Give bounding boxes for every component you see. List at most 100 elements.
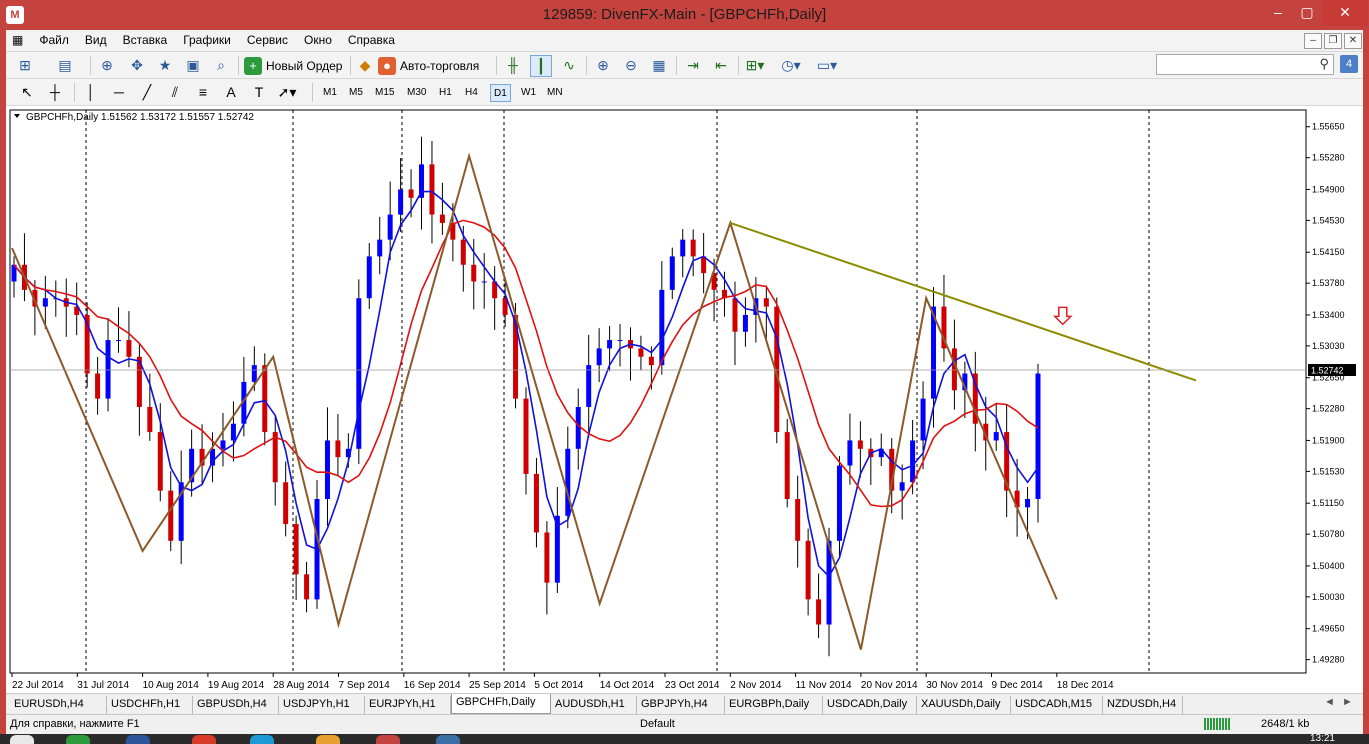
metaeditor-icon[interactable]: ◆	[354, 55, 376, 77]
mdi-minimize-icon[interactable]: –	[1304, 33, 1322, 49]
indicators-icon[interactable]: ⊞▾	[744, 55, 766, 77]
menu-help[interactable]: Справка	[340, 30, 403, 52]
zoom-out-icon[interactable]: ⊖	[620, 55, 642, 77]
tf-mn[interactable]: MN	[544, 84, 566, 102]
auto-trading-button[interactable]: ● Авто-торговля	[376, 55, 479, 77]
candlestick-icon[interactable]: ┃	[530, 55, 552, 77]
menu-charts[interactable]: Графики	[175, 30, 239, 52]
candle-body	[429, 164, 435, 215]
tab-scroll-left-icon[interactable]: ◄	[1324, 696, 1335, 708]
tab-gbpjpyh-h4[interactable]: GBPJPYh,H4	[637, 696, 725, 714]
tf-m1[interactable]: M1	[320, 84, 340, 102]
taskbar-app-3-icon[interactable]	[316, 735, 340, 744]
tab-usdcadh-daily[interactable]: USDCADh,Daily	[823, 696, 917, 714]
tab-scroll-right-icon[interactable]: ►	[1342, 696, 1353, 708]
taskbar-app-2-icon[interactable]	[126, 735, 150, 744]
taskbar-skype-icon[interactable]	[250, 735, 274, 744]
new-chart-icon[interactable]: ⊞	[14, 55, 36, 77]
chart-shift-icon[interactable]: ⇤	[710, 55, 732, 77]
price-label: 1.50780	[1312, 529, 1345, 539]
maximize-button[interactable]: ▢	[1292, 0, 1322, 26]
tab-usdjpyh-h1[interactable]: USDJPYh,H1	[279, 696, 365, 714]
cursor-icon[interactable]: ↖	[16, 82, 38, 104]
date-label: 30 Nov 2014	[926, 680, 983, 691]
close-button[interactable]: ✕	[1322, 0, 1368, 26]
tf-d1[interactable]: D1	[490, 84, 511, 102]
vertical-line-icon[interactable]: │	[80, 82, 102, 104]
connection-bars-icon	[1204, 718, 1230, 730]
menu-window[interactable]: Окно	[296, 30, 340, 52]
search-input[interactable]: ⚲	[1156, 54, 1334, 75]
tab-usdchfh-h1[interactable]: USDCHFh,H1	[107, 696, 193, 714]
trendline-icon[interactable]: ╱	[136, 82, 158, 104]
notifications-badge[interactable]: 4	[1340, 55, 1358, 73]
horizontal-line-icon[interactable]: ─	[108, 82, 130, 104]
price-label: 1.54150	[1312, 247, 1345, 257]
price-label: 1.55280	[1312, 153, 1345, 163]
menu-file[interactable]: Файл	[31, 30, 77, 52]
taskbar-terminal-icon[interactable]	[376, 735, 400, 744]
new-order-button[interactable]: + Новый Ордер	[242, 55, 342, 77]
candle-body	[732, 298, 738, 332]
minimize-button[interactable]: –	[1263, 0, 1293, 26]
zoom-in-icon[interactable]: ⊕	[592, 55, 614, 77]
tile-windows-icon[interactable]: ▦	[648, 55, 670, 77]
tf-w1[interactable]: W1	[518, 84, 539, 102]
arrows-icon[interactable]: ➚▾	[276, 82, 298, 104]
fibonacci-icon[interactable]: ≡	[192, 82, 214, 104]
price-label: 1.51150	[1312, 498, 1344, 508]
text-icon[interactable]: A	[220, 82, 242, 104]
tf-h1[interactable]: H1	[436, 84, 455, 102]
plus-icon: +	[244, 57, 262, 75]
chart-window[interactable]: 22 Jul 2014 31 Jul 2014 10 Aug 2014 19 Aug …	[6, 106, 1363, 693]
tab-nzdusdh-h4[interactable]: NZDUSDh,H4	[1103, 696, 1183, 714]
menu-view[interactable]: Вид	[77, 30, 115, 52]
data-window-icon[interactable]: ★	[154, 55, 176, 77]
periods-icon[interactable]: ◷▾	[780, 55, 802, 77]
price-label: 1.49280	[1312, 655, 1345, 665]
tab-audusdh-h1[interactable]: AUDUSDh,H1	[551, 696, 637, 714]
tf-m30[interactable]: M30	[404, 84, 429, 102]
candle-body	[544, 532, 550, 583]
mdi-restore-icon[interactable]: ❐	[1324, 33, 1342, 49]
tab-xauusdh-daily[interactable]: XAUUSDh,Daily	[917, 696, 1011, 714]
taskbar-app-4-icon[interactable]	[436, 735, 460, 744]
strategy-tester-icon[interactable]: ⌕	[210, 55, 232, 77]
auto-scroll-icon[interactable]: ⇥	[682, 55, 704, 77]
new-order-label: Новый Ордер	[266, 59, 343, 73]
candle-body	[795, 498, 801, 541]
navigator-icon[interactable]: ✥	[126, 55, 148, 77]
mdi-close-icon[interactable]: ✕	[1344, 33, 1362, 49]
line-chart-icon[interactable]: ∿	[558, 55, 580, 77]
menu-tools[interactable]: Сервис	[239, 30, 296, 52]
tab-gbpusdh-h4[interactable]: GBPUSDh,H4	[193, 696, 279, 714]
templates-icon[interactable]: ▭▾	[816, 55, 838, 77]
crosshair-icon[interactable]: ┼	[44, 82, 66, 104]
tab-usdcadh-m15[interactable]: USDCADh,M15	[1011, 696, 1103, 714]
profiles-icon[interactable]: ▤	[54, 55, 76, 77]
start-icon[interactable]	[10, 735, 34, 744]
terminal-icon[interactable]: ▣	[182, 55, 204, 77]
price-chart[interactable]: 22 Jul 2014 31 Jul 2014 10 Aug 2014 19 Aug …	[6, 106, 1363, 693]
tab-gbpchfh-daily[interactable]: GBPCHFh,Daily	[451, 694, 551, 714]
taskbar-browser-icon[interactable]	[192, 735, 216, 744]
candle-body	[105, 340, 111, 399]
auto-trading-icon: ●	[378, 57, 396, 75]
auto-trading-label: Авто-торговля	[400, 59, 480, 73]
equidistant-channel-icon[interactable]: ⫽	[164, 82, 186, 104]
tab-eurusdh-h4[interactable]: EURUSDh,H4	[10, 696, 107, 714]
bar-chart-icon[interactable]: ╫	[502, 55, 524, 77]
candle-body	[95, 373, 101, 399]
menu-chart-icon[interactable]: ▦	[6, 30, 31, 52]
tf-h4[interactable]: H4	[462, 84, 481, 102]
menu-insert[interactable]: Вставка	[115, 30, 176, 52]
tf-m15[interactable]: M15	[372, 84, 397, 102]
tab-eurjpyh-h1[interactable]: EURJPYh,H1	[365, 696, 451, 714]
tf-m5[interactable]: M5	[346, 84, 366, 102]
taskbar-app-1-icon[interactable]	[66, 735, 90, 744]
market-watch-icon[interactable]: ⊕	[96, 55, 118, 77]
candle-body	[126, 340, 132, 357]
text-label-icon[interactable]: T	[248, 82, 270, 104]
price-label: 1.50030	[1312, 592, 1345, 602]
tab-eurgbph-daily[interactable]: EURGBPh,Daily	[725, 696, 823, 714]
